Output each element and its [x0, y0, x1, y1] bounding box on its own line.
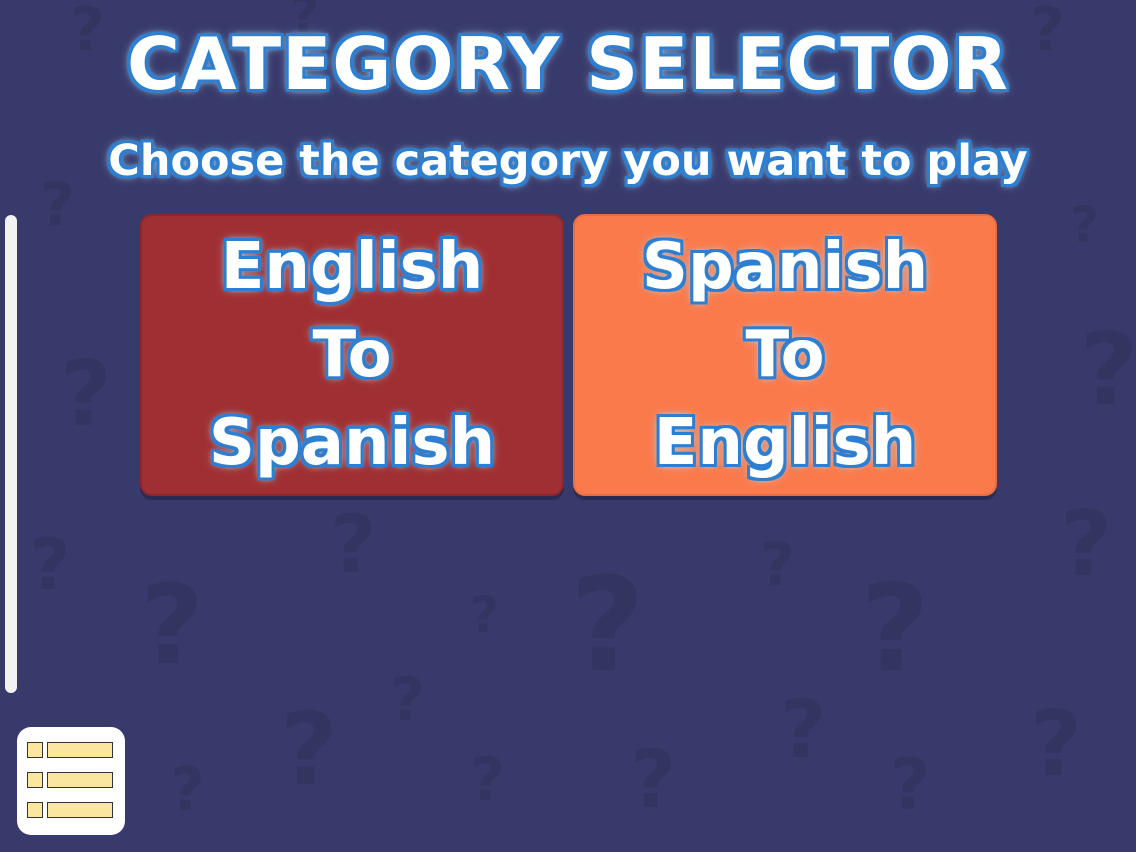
menu-icon-row	[27, 772, 113, 788]
question-mark-decoration: ?	[280, 691, 339, 808]
menu-icon-bar	[47, 802, 113, 818]
category-label-line: Spanish	[641, 230, 929, 304]
question-mark-decoration: ?	[470, 745, 505, 815]
question-mark-decoration: ?	[760, 530, 795, 600]
question-mark-decoration: ?	[860, 560, 930, 699]
category-label-line: English	[653, 406, 917, 480]
question-mark-decoration: ?	[1080, 311, 1136, 428]
menu-icon-row	[27, 802, 113, 818]
category-label-line: To	[745, 318, 825, 392]
page-title: CATEGORY SELECTOR	[127, 22, 1009, 106]
question-mark-decoration: ?	[1030, 692, 1083, 797]
menu-icon-square	[27, 802, 43, 818]
question-mark-decoration: ?	[470, 586, 500, 644]
category-spanish-to-english-button[interactable]: Spanish To English	[573, 214, 997, 496]
category-label-line: To	[312, 318, 392, 392]
menu-button[interactable]	[17, 727, 125, 835]
menu-icon-square	[27, 742, 43, 758]
question-mark-decoration: ?	[780, 683, 827, 776]
question-mark-decoration: ?	[630, 733, 677, 826]
menu-icon-row	[27, 742, 113, 758]
question-mark-decoration: ?	[1060, 492, 1113, 597]
category-label-line: Spanish	[208, 406, 496, 480]
menu-icon-square	[27, 772, 43, 788]
category-label-line: English	[220, 230, 484, 304]
menu-icon-bar	[47, 772, 113, 788]
question-mark-decoration: ?	[140, 561, 204, 689]
question-mark-decoration: ?	[30, 524, 71, 606]
menu-icon-bar	[47, 742, 113, 758]
question-mark-decoration: ?	[60, 342, 113, 447]
question-mark-decoration: ?	[330, 498, 377, 591]
scrollbar[interactable]	[5, 215, 17, 693]
question-mark-decoration: ?	[170, 755, 205, 825]
question-mark-decoration: ?	[1070, 196, 1100, 254]
question-mark-decoration: ?	[570, 549, 646, 701]
category-english-to-spanish-button[interactable]: English To Spanish	[140, 214, 564, 496]
question-mark-decoration: ?	[890, 744, 931, 826]
page-subtitle: Choose the category you want to play	[108, 136, 1028, 186]
question-mark-decoration: ?	[390, 665, 425, 735]
